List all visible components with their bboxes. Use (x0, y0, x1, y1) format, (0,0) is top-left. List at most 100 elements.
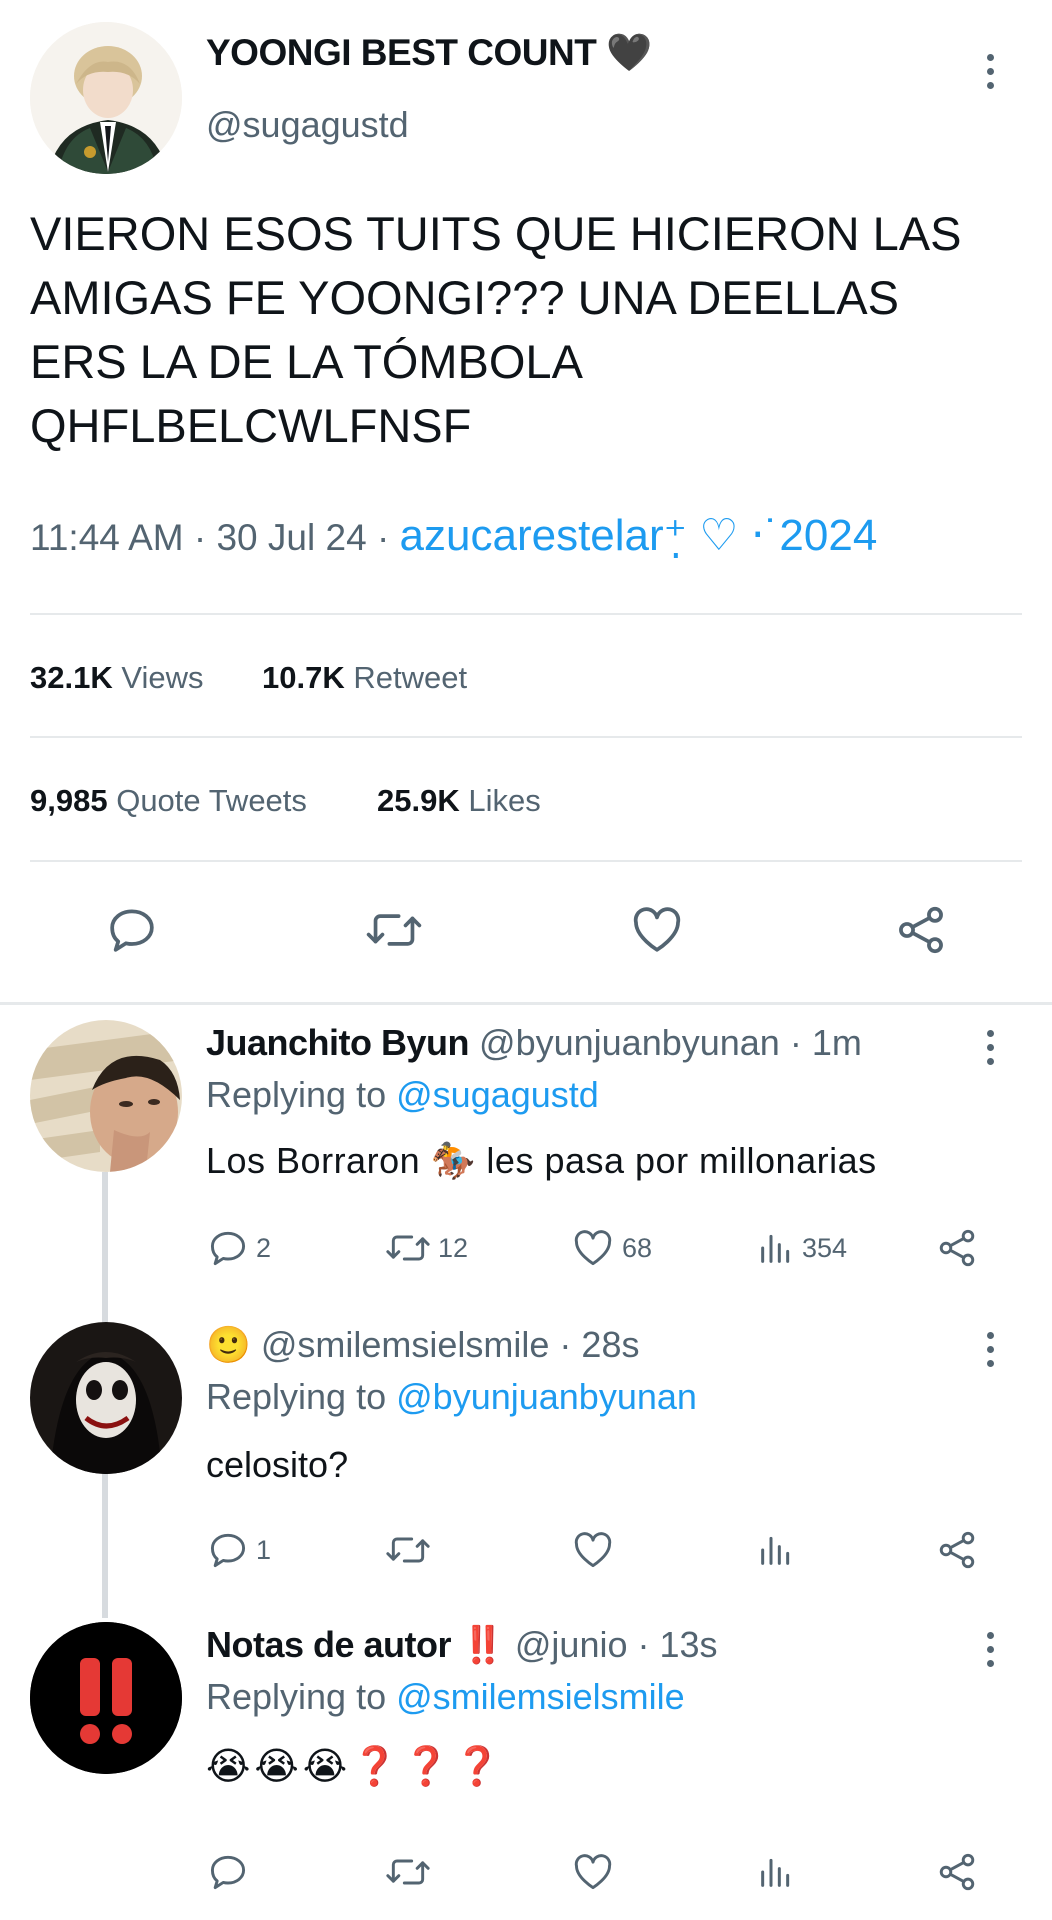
reply-time[interactable]: 28s (581, 1324, 639, 1365)
tweet-time[interactable]: 11:44 AM (30, 517, 184, 558)
reply-time[interactable]: 1m (812, 1022, 862, 1063)
reply-button[interactable]: 1 (206, 1528, 271, 1572)
like-count: 68 (622, 1232, 653, 1263)
likes-stat[interactable]: 25.9K Likes (377, 783, 541, 819)
handle[interactable]: @smilemsielsmile (261, 1324, 550, 1365)
retweet-button[interactable] (384, 1850, 432, 1894)
name-emoji: 🖤 (606, 32, 652, 73)
retweet-icon (386, 1537, 430, 1563)
retweet-icon (386, 1859, 430, 1885)
tweet-text: VIERON ESOS TUITS QUE HICIERON LAS AMIGA… (30, 202, 962, 458)
more-options-icon[interactable] (978, 54, 1002, 89)
views-button[interactable]: 354 (756, 1226, 847, 1270)
like-icon (574, 1230, 612, 1266)
share-button[interactable] (934, 1528, 980, 1572)
display-name[interactable]: Juanchito Byun (206, 1022, 470, 1063)
avatar-image (30, 22, 182, 174)
quotes-stat[interactable]: 9,985 Quote Tweets (30, 783, 307, 819)
reply-icon[interactable] (104, 902, 160, 963)
retweet-icon[interactable] (364, 902, 424, 963)
views-stat[interactable]: 32.1K Views (30, 660, 204, 696)
share-icon (939, 1853, 975, 1891)
avatar[interactable] (30, 1322, 182, 1474)
reply-header: Notas de autor ‼️ @junio · 13s (206, 1624, 718, 1665)
avatar-image (30, 1322, 182, 1474)
display-name[interactable]: YOONGI BEST COUNT (206, 32, 597, 73)
share-button[interactable] (934, 1226, 980, 1270)
tweet-date[interactable]: 30 Jul 24 (216, 517, 366, 558)
reply-count: 1 (256, 1534, 272, 1565)
more-options-icon[interactable] (978, 1030, 1002, 1065)
double-exclamation-icon (30, 1622, 182, 1774)
retweets-stat[interactable]: 10.7K Retweet (262, 660, 467, 696)
reply-text: Los Borraron 🏇 les pasa por millonarias (206, 1140, 877, 1181)
reply-text: 😭😭😭❓❓❓ (206, 1746, 506, 1788)
divider (30, 860, 1022, 862)
views-count: 354 (802, 1232, 848, 1263)
more-options-icon[interactable] (978, 1332, 1002, 1367)
like-icon (574, 1532, 612, 1568)
like-button[interactable] (570, 1850, 616, 1894)
likes-count: 25.9K (377, 783, 460, 818)
views-label: Views (121, 660, 204, 695)
tweet-text-line: ERS LA DE LA TÓMBOLA (30, 335, 583, 388)
handle[interactable]: @sugagustd (206, 104, 409, 146)
views-icon (761, 1234, 790, 1263)
tweet-text-line: VIERON ESOS TUITS QUE HICIERON LAS (30, 207, 962, 260)
replying-label: Replying to (206, 1074, 387, 1115)
divider (30, 613, 1022, 615)
reply-icon (210, 1231, 246, 1266)
retweet-count: 12 (438, 1232, 469, 1263)
like-icon (574, 1854, 612, 1890)
retweets-count: 10.7K (262, 660, 345, 695)
tweet-source[interactable]: azucarestelar⁺̣ ♡ ‧˙2024 (400, 511, 878, 560)
reply-header: 🙂 @smilemsielsmile · 28s (206, 1324, 640, 1365)
views-count: 32.1K (30, 660, 113, 695)
replying-to: Replying to @smilemsielsmile (206, 1676, 685, 1718)
replying-label: Replying to (206, 1676, 387, 1717)
display-name[interactable]: Notas de autor ‼️ (206, 1624, 505, 1665)
avatar[interactable] (30, 22, 182, 174)
replying-to-handle[interactable]: @byunjuanbyunan (396, 1376, 697, 1417)
like-button[interactable] (570, 1528, 616, 1572)
share-icon[interactable] (892, 902, 950, 963)
display-name[interactable]: 🙂 (206, 1324, 251, 1365)
tweet-text-line: QHFLBELCWLFNSF (30, 399, 472, 452)
likes-label: Likes (468, 783, 541, 818)
more-options-icon[interactable] (978, 1632, 1002, 1667)
quotes-count: 9,985 (30, 783, 108, 818)
tweet-text-line: AMIGAS FE YOONGI??? UNA DEELLAS (30, 271, 899, 324)
reply-time[interactable]: 13s (660, 1624, 718, 1665)
avatar-image (30, 1020, 182, 1172)
reply-count: 2 (256, 1232, 272, 1263)
reply-icon (210, 1533, 246, 1568)
like-button[interactable]: 68 (570, 1226, 652, 1270)
avatar[interactable] (30, 1622, 182, 1774)
share-icon (939, 1531, 975, 1569)
replying-to-handle[interactable]: @sugagustd (396, 1074, 599, 1115)
replying-label: Replying to (206, 1376, 387, 1417)
avatar[interactable] (30, 1020, 182, 1172)
handle[interactable]: @byunjuanbyunan (479, 1022, 780, 1063)
reply-header: Juanchito Byun @byunjuanbyunan · 1m (206, 1022, 862, 1063)
reply-button[interactable] (206, 1850, 250, 1894)
quotes-label: Quote Tweets (116, 783, 307, 818)
retweets-label: Retweet (353, 660, 468, 695)
like-icon[interactable] (628, 902, 686, 963)
share-icon (939, 1229, 975, 1267)
views-button[interactable] (756, 1850, 796, 1894)
handle[interactable]: @junio (515, 1624, 628, 1665)
replying-to-handle[interactable]: @smilemsielsmile (396, 1676, 685, 1717)
section-divider (0, 1002, 1052, 1005)
replying-to: Replying to @byunjuanbyunan (206, 1376, 697, 1418)
retweet-button[interactable] (384, 1528, 432, 1572)
views-icon (761, 1536, 790, 1565)
views-icon (761, 1858, 790, 1887)
retweet-icon (386, 1235, 430, 1261)
share-button[interactable] (934, 1850, 980, 1894)
views-button[interactable] (756, 1528, 796, 1572)
reply-text: celosito? (206, 1444, 349, 1485)
retweet-button[interactable]: 12 (384, 1226, 468, 1270)
replying-to: Replying to @sugagustd (206, 1074, 599, 1116)
reply-button[interactable]: 2 (206, 1226, 271, 1270)
